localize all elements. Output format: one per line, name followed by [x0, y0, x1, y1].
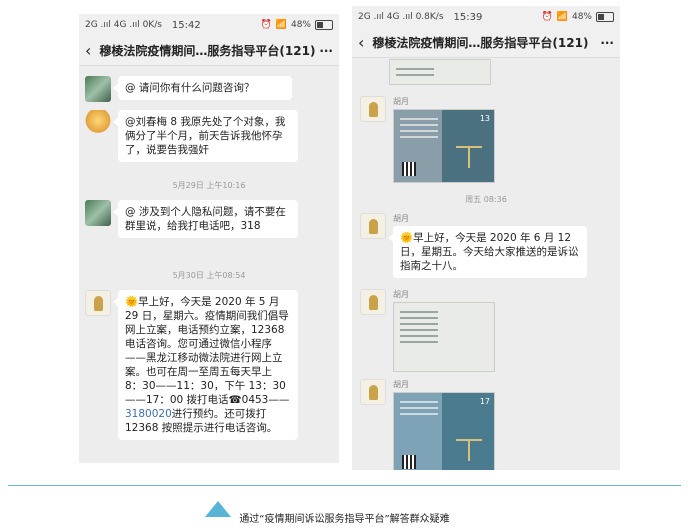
wifi-icon: 📶 [275, 20, 287, 30]
signal-indicator: 2G .ııl 4G .ııl 0.8K/s [358, 12, 444, 22]
avatar[interactable] [360, 289, 386, 315]
image-message[interactable]: 13 [393, 109, 495, 183]
sender-name: 胡月 [393, 214, 409, 223]
caption-divider [8, 485, 681, 486]
chat-message: 🌞早上好，今天是 2020 年 5 月 29 日，星期六。疫情期间我们倡导网上立… [85, 290, 298, 440]
scales-of-justice-icon [456, 439, 482, 461]
alarm-icon: ⏰ [260, 20, 272, 30]
right-chat-screenshot: 2G .ııl 4G .ııl 0.8K/s 15:39 ⏰ 📶 48% ‹ 穆… [352, 6, 620, 470]
qr-code-icon [402, 455, 416, 469]
avatar[interactable] [85, 290, 111, 316]
message-bubble: 🌞早上好，今天是 2020 年 6 月 12 日，星期五。今天给大家推送的是诉讼… [388, 226, 587, 278]
chat-message: 胡月 🌞早上好，今天是 2020 年 6 月 12 日，星期五。今天给大家推送的… [360, 213, 587, 278]
avatar[interactable] [85, 200, 111, 226]
battery-level: 48% [290, 20, 311, 30]
wifi-icon: 📶 [556, 12, 568, 22]
scales-of-justice-icon [456, 146, 482, 168]
avatar[interactable] [360, 213, 386, 239]
chat-header: ‹ 穆棱法院疫情期间…服务指导平台(121) ··· [79, 36, 339, 66]
sender-name: 胡月 [393, 290, 409, 299]
chat-message: 胡月 13 [360, 96, 495, 183]
brochure-number: 17 [479, 397, 490, 406]
chat-title: 穆棱法院疫情期间…服务指导平台(121) [372, 36, 589, 50]
chat-message: @ 涉及到个人隐私问题，请不要在群里说，给我打电话吧，318 [85, 200, 298, 238]
image-message[interactable]: 17 [393, 392, 495, 470]
battery-icon [315, 20, 333, 30]
avatar[interactable] [360, 96, 386, 122]
figure-caption: 通过“疫情期间诉讼服务指导平台”解答群众疑难 [239, 514, 450, 525]
message-bubble: @ 涉及到个人隐私问题，请不要在群里说，给我打电话吧，318 [113, 200, 298, 238]
chat-message: @刘春梅 8 我原先处了个对象，我俩分了半个月，前天告诉我他怀孕了，说要告我强奸 [85, 110, 298, 162]
back-arrow-icon[interactable]: ‹ [358, 33, 364, 52]
chat-message: 胡月 17 [360, 379, 495, 470]
battery-icon [596, 12, 614, 22]
image-message[interactable] [389, 59, 491, 85]
status-time: 15:42 [171, 19, 201, 31]
chat-message: @ 请问你有什么问题咨询？ [85, 76, 292, 102]
chat-header: ‹ 穆棱法院疫情期间…服务指导平台(121) ··· [352, 28, 620, 58]
alarm-icon: ⏰ [541, 12, 553, 22]
brochure-number: 13 [479, 114, 490, 123]
avatar[interactable] [85, 110, 111, 136]
sender-name: 胡月 [393, 380, 409, 389]
back-arrow-icon[interactable]: ‹ [85, 41, 91, 60]
message-text: 🌞早上好，今天是 2020 年 5 月 29 日，星期六。疫情期间我们倡导网上立… [125, 296, 290, 406]
more-options-icon[interactable]: ··· [600, 36, 614, 50]
status-bar: 2G .ııl 4G .ııl 0K/s 15:42 ⏰ 📶 48% [79, 14, 339, 36]
left-chat-screenshot: 2G .ııl 4G .ııl 0K/s 15:42 ⏰ 📶 48% ‹ 穆棱法… [79, 14, 339, 463]
message-bubble: @ 请问你有什么问题咨询？ [113, 76, 292, 100]
battery-level: 48% [571, 12, 592, 22]
message-bubble: 🌞早上好，今天是 2020 年 5 月 29 日，星期六。疫情期间我们倡导网上立… [113, 290, 298, 440]
avatar[interactable] [85, 76, 111, 102]
qr-code-icon [402, 162, 416, 176]
avatar[interactable] [360, 379, 386, 405]
timestamp: 周五 08:36 [465, 195, 507, 204]
image-message[interactable] [393, 302, 495, 372]
timestamp: 5月29日 上午10:16 [172, 181, 246, 190]
phone-number-link[interactable]: 3180020 [125, 408, 172, 420]
signal-indicator: 2G .ııl 4G .ııl 0K/s [85, 20, 162, 30]
status-time: 15:39 [453, 11, 483, 23]
chat-title: 穆棱法院疫情期间…服务指导平台(121) [99, 44, 316, 58]
status-bar: 2G .ııl 4G .ııl 0.8K/s 15:39 ⏰ 📶 48% [352, 6, 620, 28]
message-bubble: @刘春梅 8 我原先处了个对象，我俩分了半个月，前天告诉我他怀孕了，说要告我强奸 [113, 110, 298, 162]
timestamp: 5月30日 上午08:54 [172, 271, 246, 280]
sender-name: 胡月 [393, 97, 409, 106]
more-options-icon[interactable]: ··· [319, 44, 333, 58]
chat-message: 胡月 [360, 289, 495, 372]
